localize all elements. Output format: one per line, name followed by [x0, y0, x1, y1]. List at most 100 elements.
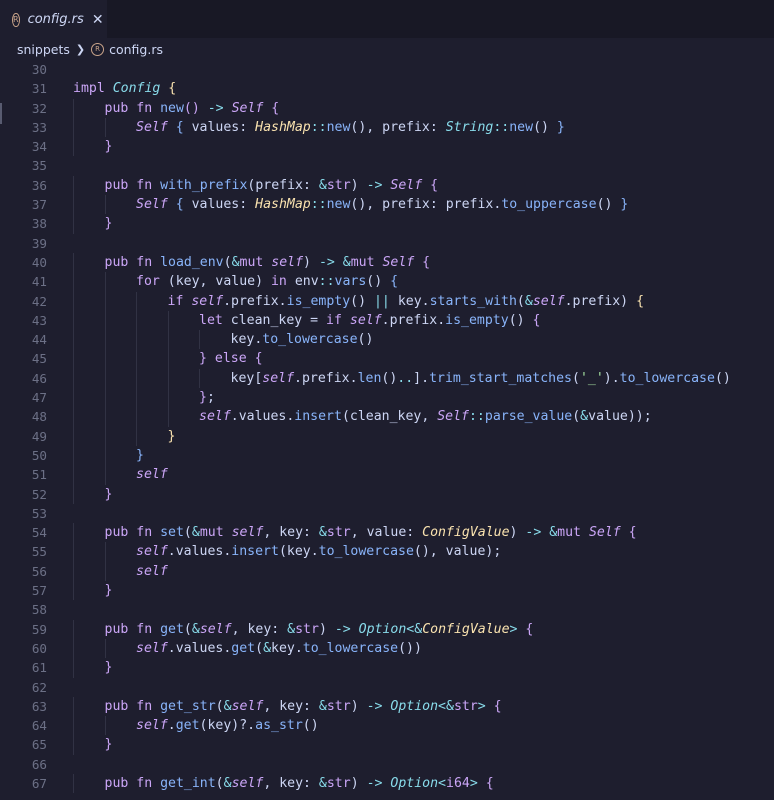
indent-guide [104, 561, 106, 582]
code-token: to_lowercase [302, 640, 399, 656]
line-number: 39 [31, 235, 47, 251]
code-token: ( [516, 293, 525, 309]
indent-guide [73, 581, 74, 601]
line-number: 55 [31, 544, 47, 560]
code-token: values: [183, 119, 256, 135]
code-token: :: [310, 197, 327, 213]
code-text: pub fn get_str(&self, key: &str) -> Opti… [105, 697, 502, 716]
code-token: & [318, 525, 327, 541]
code-text: } [105, 658, 113, 677]
code-token: & [191, 621, 200, 637]
breadcrumb-file[interactable]: config.rs [109, 42, 163, 57]
indent-guide [167, 330, 169, 350]
code-token: parse_value [484, 409, 573, 425]
code-text: Self { values: HashMap::new(), prefix: S… [136, 118, 565, 137]
code-token: { [620, 525, 637, 541]
indent-guide [104, 426, 106, 446]
code-token: self [191, 293, 224, 309]
code-token: self [199, 409, 231, 425]
breadcrumb: snippets ❯ R config.rs [0, 38, 774, 60]
code-text: } [105, 581, 113, 600]
code-token: else [206, 351, 255, 367]
code-token: Self [390, 177, 423, 193]
code-line: 50} [0, 445, 774, 466]
code-token: :: [468, 409, 485, 425]
code-token: } [199, 351, 207, 367]
indent-guide [73, 465, 74, 485]
code-token: value)); [588, 409, 652, 425]
tab-config-rs[interactable]: R config.rs ✕ [0, 0, 107, 38]
code-text: self [136, 465, 168, 484]
indent-guide [73, 137, 74, 157]
line-number: 36 [31, 177, 47, 193]
code-token: Config [112, 81, 161, 97]
code-token: key[ [230, 370, 263, 386]
code-token: get_str [160, 698, 216, 714]
code-token: ) [303, 254, 319, 270]
indent-guide [73, 272, 74, 292]
code-token: self [136, 640, 168, 656]
code-token: insert [294, 409, 342, 425]
code-token: if [167, 293, 192, 309]
indent-guide [73, 773, 74, 794]
close-icon[interactable]: ✕ [92, 12, 104, 28]
code-text: for (key, value) in env::vars() { [136, 272, 398, 291]
line-number: 43 [31, 312, 47, 328]
code-line: 66 [0, 755, 774, 774]
code-token: Option [390, 775, 439, 791]
code-token: & [263, 640, 272, 656]
code-token: get [175, 718, 200, 734]
code-token: ( [215, 698, 224, 714]
code-token: to_lowercase [262, 332, 358, 348]
code-token: is_empty [286, 293, 351, 309]
code-token: self [532, 293, 565, 309]
code-token: impl [73, 81, 113, 97]
line-number: 52 [31, 486, 47, 502]
code-token: ConfigValue [422, 621, 510, 637]
code-token: in [270, 274, 295, 290]
code-token: self [136, 467, 168, 483]
code-token: let [199, 312, 231, 328]
code-token: ( [215, 775, 224, 791]
code-token: & [287, 621, 296, 637]
code-token: .values. [167, 544, 232, 560]
code-token: -> [366, 775, 391, 791]
code-token: & [318, 698, 327, 714]
indent-guide [104, 465, 106, 485]
code-token: self [136, 563, 168, 579]
code-token: ()) [398, 640, 422, 656]
code-token: if [326, 312, 350, 328]
tab-bar: R config.rs ✕ [0, 0, 774, 38]
code-line: 40 pub fn load_env(&mut self) -> &mut Sel… [0, 252, 774, 273]
line-number: 48 [31, 409, 47, 425]
code-token: , key: [263, 698, 319, 714]
code-editor[interactable]: 30 31 impl Config {32 pub fn new() -> Self … [0, 60, 774, 800]
code-token: ) [509, 525, 526, 541]
line-number: 64 [31, 718, 47, 734]
code-token: for [136, 274, 168, 290]
code-line: 44 key.to_lowercase() [0, 330, 774, 350]
indent-guide [167, 368, 169, 389]
code-text: Self { values: HashMap::new(), prefix: p… [136, 195, 628, 214]
indent-guide [104, 310, 106, 331]
code-line: 54 pub fn set(&mut self, key: &str, value… [0, 523, 774, 543]
code-token: -> & [525, 525, 558, 541]
code-token: values: [183, 197, 256, 213]
line-number: 42 [31, 293, 47, 309]
code-token: & [191, 525, 200, 541]
code-token: Option [358, 621, 407, 637]
indent-guide [73, 117, 74, 138]
breadcrumb-folder[interactable]: snippets [17, 42, 70, 57]
code-text: self.values.insert(clean_key, Self::pars… [199, 407, 652, 426]
code-line: 37 Self { values: HashMap::new(), prefix:… [0, 195, 774, 215]
code-token: is_empty [445, 312, 509, 328]
line-number: 37 [31, 197, 47, 213]
code-token: vars [334, 274, 367, 290]
code-token: :: [318, 274, 335, 290]
code-line: 47}; [0, 388, 774, 408]
code-token: Self [382, 254, 415, 270]
code-token: get [231, 640, 256, 656]
code-token: str [453, 698, 478, 714]
code-token: new [326, 197, 351, 213]
code-line: 65} [0, 735, 774, 755]
